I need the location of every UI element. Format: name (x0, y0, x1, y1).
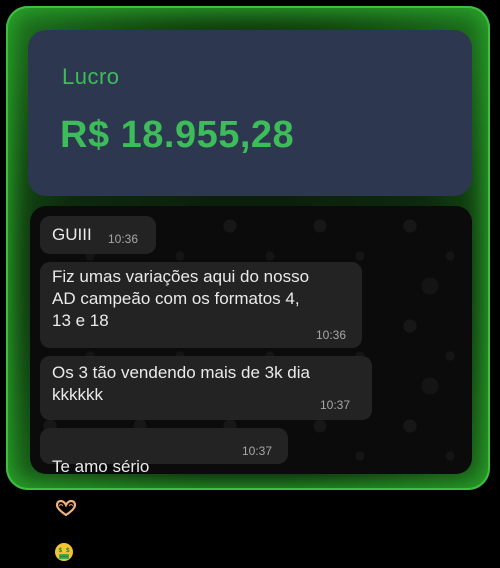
chat-message[interactable]: Os 3 tão vendendo mais de 3k dia kkkkkk … (40, 356, 372, 420)
svg-text:$: $ (66, 547, 70, 554)
money-mouth-face-icon: $ $ (54, 520, 74, 561)
chat-message[interactable]: GUIII 10:36 (40, 216, 156, 254)
profit-label: Lucro (62, 64, 120, 89)
svg-text:$: $ (58, 547, 62, 554)
profit-value: R$ 18.955,28 (60, 114, 295, 156)
message-text: Te amo sério (52, 457, 150, 476)
message-time: 10:37 (242, 444, 273, 458)
message-text: Os 3 tão vendendo mais de 3k dia kkkkkk (52, 363, 310, 404)
chat-message[interactable]: Te amo sério $ $ 10:37 (40, 428, 288, 561)
message-time: 10:36 (108, 232, 139, 246)
message-time: 10:37 (320, 398, 351, 412)
screenshot-frame: Lucro R$ 18.955,28 GUIII 10:36 Fiz umas … (0, 0, 500, 561)
message-text: Fiz umas variações aqui do nosso AD camp… (52, 267, 310, 330)
heart-hands-icon (55, 478, 77, 517)
message-time: 10:36 (316, 328, 347, 342)
message-text: GUIII (52, 225, 92, 244)
chat-message[interactable]: Fiz umas variações aqui do nosso AD camp… (40, 262, 362, 348)
profit-panel: Lucro R$ 18.955,28 (28, 30, 472, 196)
